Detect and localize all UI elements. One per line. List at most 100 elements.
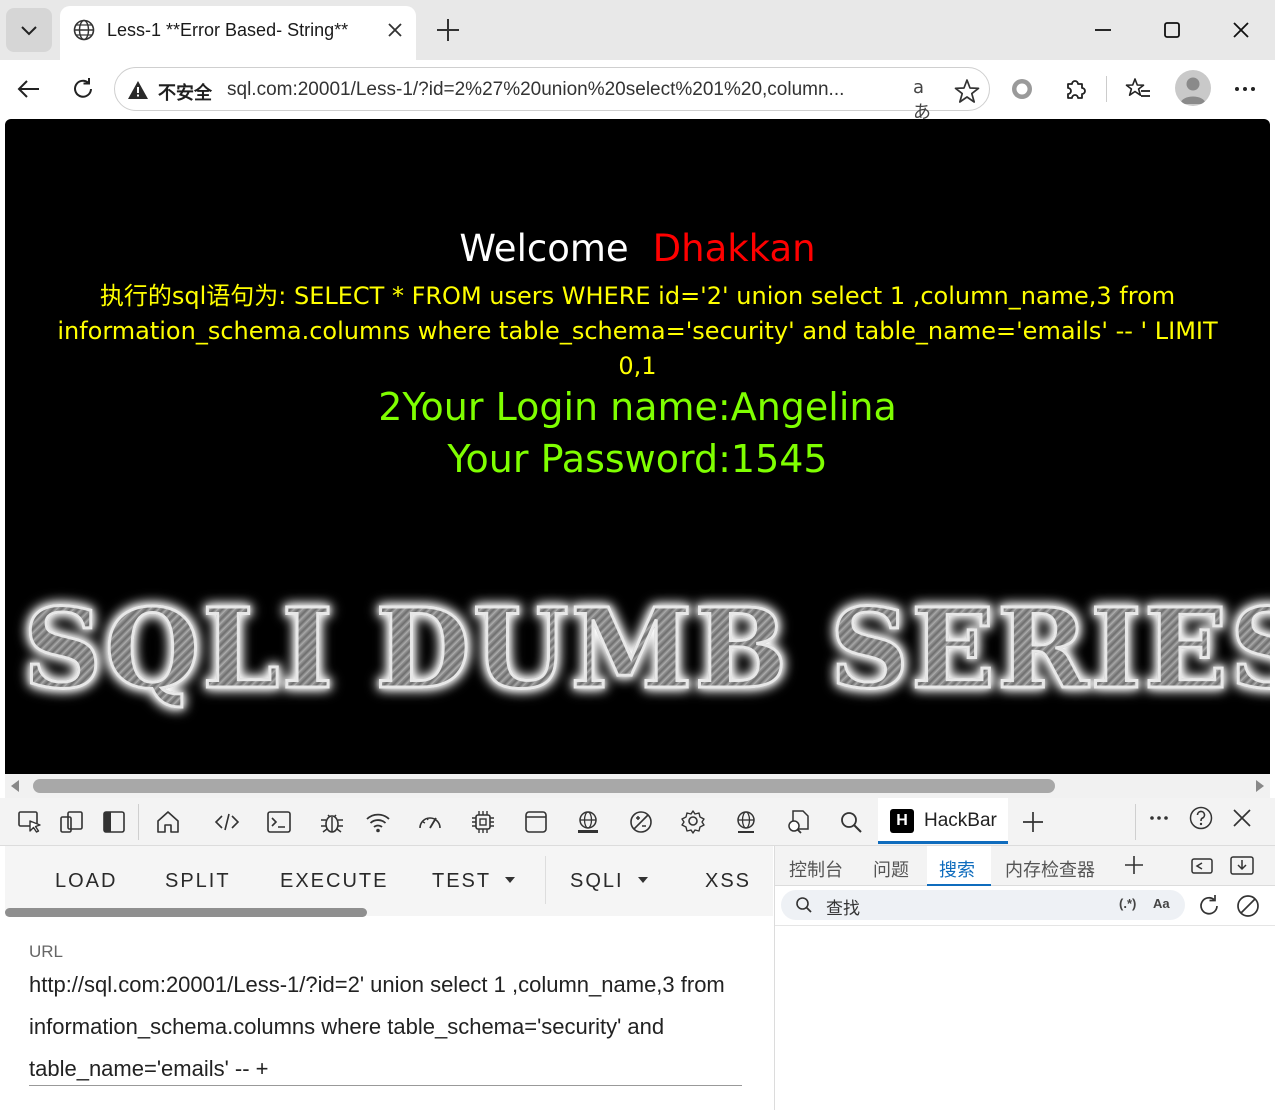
performance-gauge-icon[interactable] [416,808,444,836]
sqli-label: SQLI [570,870,624,892]
user-name: Dhakkan [652,227,816,270]
menu-scrollbar[interactable] [5,908,367,917]
not-secure-label[interactable]: 不安全 [158,79,212,105]
clear-icon[interactable] [1234,892,1262,920]
dock-drawer-icon[interactable] [1188,853,1216,879]
profile-avatar[interactable] [1175,70,1211,106]
tab-console[interactable]: 控制台 [789,856,843,882]
caret-down-icon [637,876,648,883]
back-arrow-icon [17,80,39,98]
drawer-divider [775,925,1275,926]
star-icon[interactable] [953,77,981,105]
home-icon[interactable] [154,808,182,836]
menu-divider [545,856,546,904]
tab-hackbar[interactable]: H HackBar [878,798,1008,844]
chevron-down-icon [21,26,37,36]
dock-side-icon[interactable] [100,808,128,836]
elements-code-icon[interactable] [213,808,241,836]
circle-icon [1012,79,1032,99]
refresh-icon[interactable] [1195,892,1223,920]
network-wifi-icon[interactable] [364,808,392,836]
scroll-right-arrow-icon[interactable] [1256,780,1264,792]
settings-menu-button[interactable] [1230,74,1260,104]
devtools-drawer: 控制台 问题 搜索 内存检查器 查找 (.*) Aa [774,846,1275,1110]
sqli-dropdown[interactable]: SQLI [570,870,648,893]
collapse-drawer-icon[interactable] [1228,853,1256,879]
hackbar-panel: LOAD SPLIT EXECUTE TEST SQLI XSS URL htt… [5,846,773,1110]
match-case-toggle[interactable]: Aa [1153,896,1170,911]
scrollbar-thumb[interactable] [33,779,1055,793]
network-globe-icon[interactable] [732,808,760,836]
welcome-text: Welcome [459,227,629,270]
issues-document-icon[interactable] [784,808,812,836]
search-placeholder: 查找 [826,899,860,919]
search-icon [796,897,812,913]
url-input-underline [29,1085,742,1086]
url-text[interactable]: sql.com:20001/Less-1/?id=2%27%20union%20… [227,79,895,101]
bug-icon[interactable] [318,808,346,836]
test-dropdown[interactable]: TEST [432,870,516,893]
settings-gear-icon[interactable] [679,808,707,836]
url-field-label: URL [29,942,64,961]
active-tab[interactable]: Less-1 **Error Based- String** [60,6,416,60]
warning-icon[interactable] [127,79,149,101]
drawer-tabbar: 控制台 问题 搜索 内存检查器 [775,846,1275,886]
tab-search[interactable]: 搜索 [939,856,975,882]
minimize-icon[interactable] [1089,16,1117,44]
regex-toggle[interactable]: (.*) [1119,896,1136,911]
toolbar-divider [138,804,139,840]
devtools-toolbar: H HackBar [0,798,1275,846]
plus-icon[interactable] [1122,853,1146,877]
tab-strip: Less-1 **Error Based- String** [0,0,1275,60]
globe-icon [73,19,95,41]
read-aloud-icon[interactable]: aあ [913,77,941,123]
tab-issues[interactable]: 问题 [873,856,909,882]
refresh-button[interactable] [68,74,98,104]
xss-dropdown[interactable]: XSS [705,870,751,893]
horizontal-scrollbar[interactable] [5,774,1270,798]
test-label: TEST [432,870,492,892]
search-input[interactable]: 查找 (.*) Aa [781,890,1185,920]
password-result: Your Password:1545 [447,437,828,481]
back-button[interactable] [14,74,44,104]
puzzle-icon [1067,80,1086,99]
favorites-button[interactable] [1123,74,1153,104]
sqli-dumb-series-banner: SQLI DUMB SERIES [21,583,1270,715]
favorites-list-icon [1125,78,1150,97]
person-icon [1180,77,1206,104]
hackbar-logo-icon: H [890,809,914,833]
tab-memory-inspector[interactable]: 内存检查器 [1005,856,1095,882]
more-horizontal-icon [1235,87,1255,91]
split-button[interactable]: SPLIT [165,870,231,893]
help-icon[interactable] [1187,804,1215,832]
caret-down-icon [505,876,516,883]
inspect-element-icon[interactable] [16,808,44,836]
more-options-icon[interactable] [1145,804,1173,832]
address-bar[interactable]: 不安全 sql.com:20001/Less-1/?id=2%27%20unio… [114,67,990,123]
page-viewport: Welcome Dhakkan 执行的sql语句为: SELECT * FROM … [5,119,1270,774]
search-icon[interactable] [837,808,865,836]
scroll-left-arrow-icon[interactable] [11,780,19,792]
close-icon[interactable] [1227,16,1255,44]
plus-icon[interactable] [433,15,463,45]
url-input[interactable]: http://sql.com:20001/Less-1/?id=2' union… [29,964,749,1090]
navigation-bar: 不安全 sql.com:20001/Less-1/?id=2%27%20unio… [0,60,1275,123]
execute-button[interactable]: EXECUTE [280,870,388,893]
tab-actions-button[interactable] [6,8,52,52]
application-window-icon[interactable] [522,808,550,836]
refresh-icon [74,78,92,98]
network-console-icon[interactable] [574,808,602,836]
device-emulation-icon[interactable] [58,808,86,836]
toolbar-divider [1106,76,1107,102]
css-overview-icon[interactable] [627,808,655,836]
plus-icon[interactable] [1019,808,1047,836]
extensions-button[interactable] [1061,74,1091,104]
load-button[interactable]: LOAD [55,870,117,893]
maximize-icon[interactable] [1158,16,1186,44]
close-icon[interactable] [1228,804,1256,832]
console-icon[interactable] [265,808,293,836]
close-icon[interactable] [384,19,406,41]
tracking-prevention-button[interactable] [1007,74,1037,104]
memory-chip-icon[interactable] [469,808,497,836]
login-name-result: 2Your Login name:Angelina [378,385,897,429]
